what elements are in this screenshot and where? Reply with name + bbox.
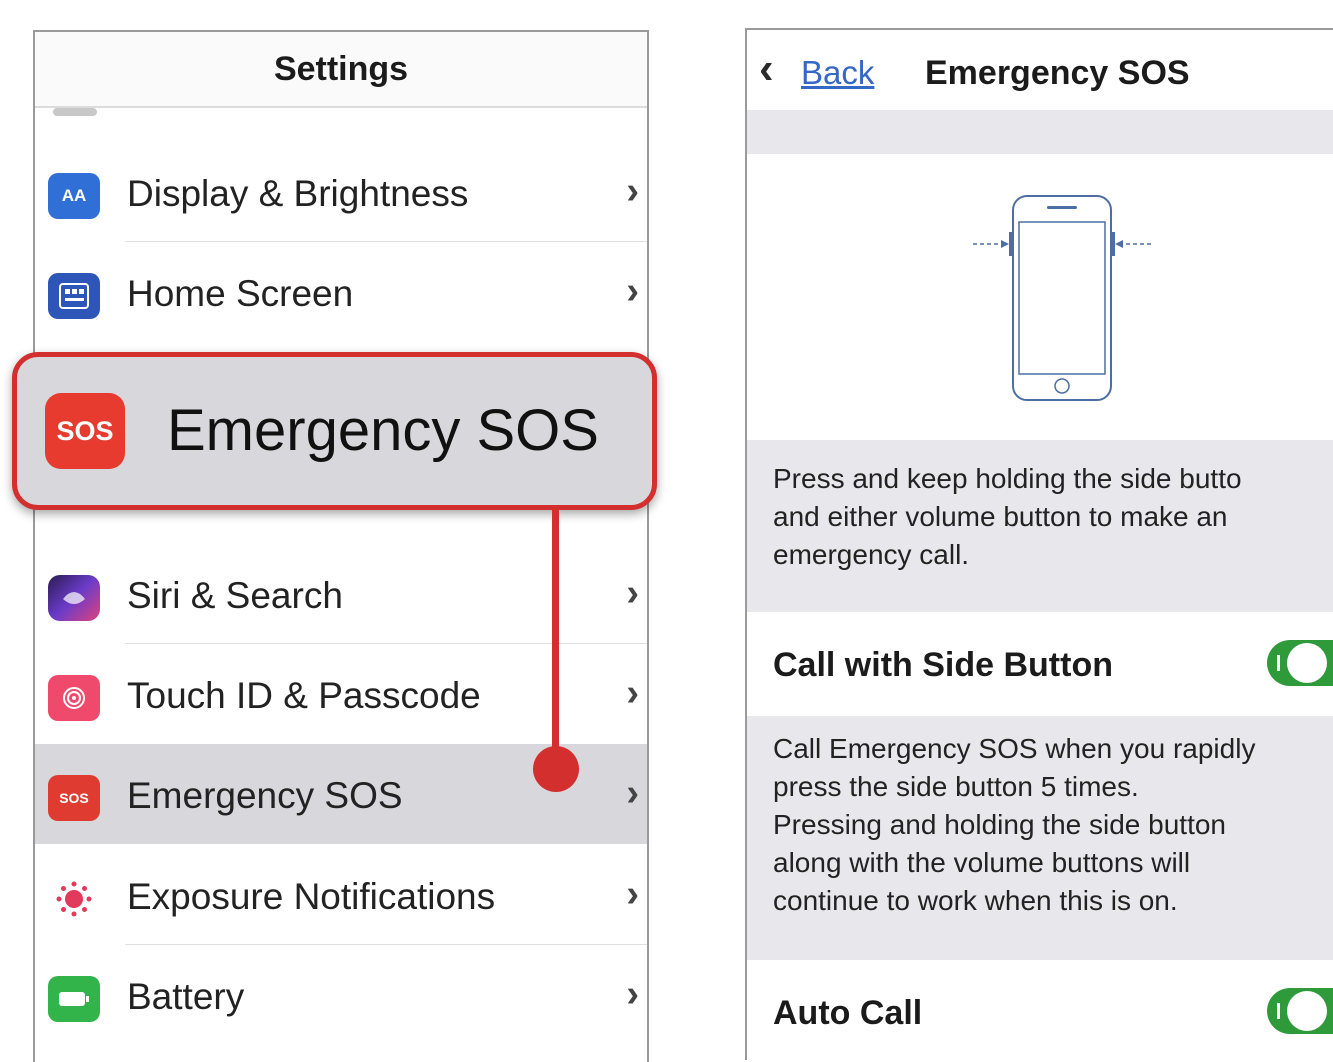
intro-text-line: and either volume button to make an xyxy=(773,501,1228,532)
page-title: Settings xyxy=(273,50,409,88)
phone-buttons-illustration xyxy=(973,195,1151,401)
settings-row-label: Display & Brightness xyxy=(127,173,469,214)
description-line: continue to work when this is on. xyxy=(773,885,1178,916)
emergency-sos-panel: ‹ Back Emergency SOS Press and keep hold… xyxy=(745,28,1333,1060)
chevron-right-icon: › xyxy=(626,672,639,714)
call-side-button-row: Call with Side Button xyxy=(747,612,1333,716)
settings-row-label: Home Screen xyxy=(127,273,354,314)
chevron-right-icon: › xyxy=(626,170,639,212)
settings-row-home-screen[interactable]: Home Screen › xyxy=(35,242,647,342)
auto-call-toggle[interactable] xyxy=(1267,988,1333,1034)
intro-text-line: Press and keep holding the side butto xyxy=(773,463,1242,494)
chevron-right-icon: › xyxy=(626,772,639,814)
description-line: Pressing and holding the side button xyxy=(773,809,1226,840)
nav-bar: ‹ Back Emergency SOS xyxy=(747,30,1333,110)
settings-row-display-brightness[interactable]: AA Display & Brightness › xyxy=(35,142,647,242)
settings-row-label: Touch ID & Passcode xyxy=(127,675,481,716)
siri-icon xyxy=(48,575,100,621)
chevron-left-icon[interactable]: ‹ xyxy=(759,44,774,94)
chevron-right-icon: › xyxy=(626,873,639,915)
sos-icon: SOS xyxy=(45,393,125,469)
description-line: Call Emergency SOS when you rapidly xyxy=(773,733,1256,764)
description-line: press the side button 5 times. xyxy=(773,771,1139,802)
page-title: Emergency SOS xyxy=(925,54,1190,92)
section-spacer xyxy=(747,110,1333,154)
intro-section: Press and keep holding the side butto an… xyxy=(747,440,1333,612)
auto-call-label: Auto Call xyxy=(773,994,923,1032)
settings-row-label: Exposure Notifications xyxy=(127,876,496,917)
emergency-sos-callout: SOS Emergency SOS xyxy=(12,352,657,510)
callout-label: Emergency SOS xyxy=(167,398,599,463)
settings-header: Settings xyxy=(35,32,647,108)
back-button[interactable]: Back xyxy=(801,54,874,92)
auto-call-row: Auto Call xyxy=(747,960,1333,1060)
chevron-right-icon: › xyxy=(626,572,639,614)
callout-connector-dot xyxy=(533,746,579,792)
chevron-right-icon: › xyxy=(626,973,639,1015)
chevron-right-icon: › xyxy=(626,270,639,312)
call-side-button-label: Call with Side Button xyxy=(773,646,1113,684)
fingerprint-icon xyxy=(48,675,100,721)
settings-row-exposure-notifications[interactable]: Exposure Notifications › xyxy=(35,845,647,945)
call-side-button-description: Call Emergency SOS when you rapidly pres… xyxy=(747,716,1333,960)
exposure-notifications-icon xyxy=(48,876,100,922)
settings-row-battery[interactable]: Battery › xyxy=(35,945,647,1045)
home-screen-icon xyxy=(48,273,100,319)
callout-connector-line xyxy=(552,505,559,767)
phone-illustration-block xyxy=(747,154,1333,440)
intro-text-line: emergency call. xyxy=(773,539,970,570)
display-brightness-icon: AA xyxy=(48,173,100,219)
sos-icon: SOS xyxy=(48,775,100,821)
settings-row-label: Emergency SOS xyxy=(127,775,403,816)
settings-row-label: Battery xyxy=(127,976,245,1017)
partial-row-icon xyxy=(53,108,97,116)
settings-row-label: Siri & Search xyxy=(127,575,343,616)
description-line: along with the volume buttons will xyxy=(773,847,1191,878)
battery-icon xyxy=(48,976,100,1022)
call-side-button-toggle[interactable] xyxy=(1267,640,1333,686)
